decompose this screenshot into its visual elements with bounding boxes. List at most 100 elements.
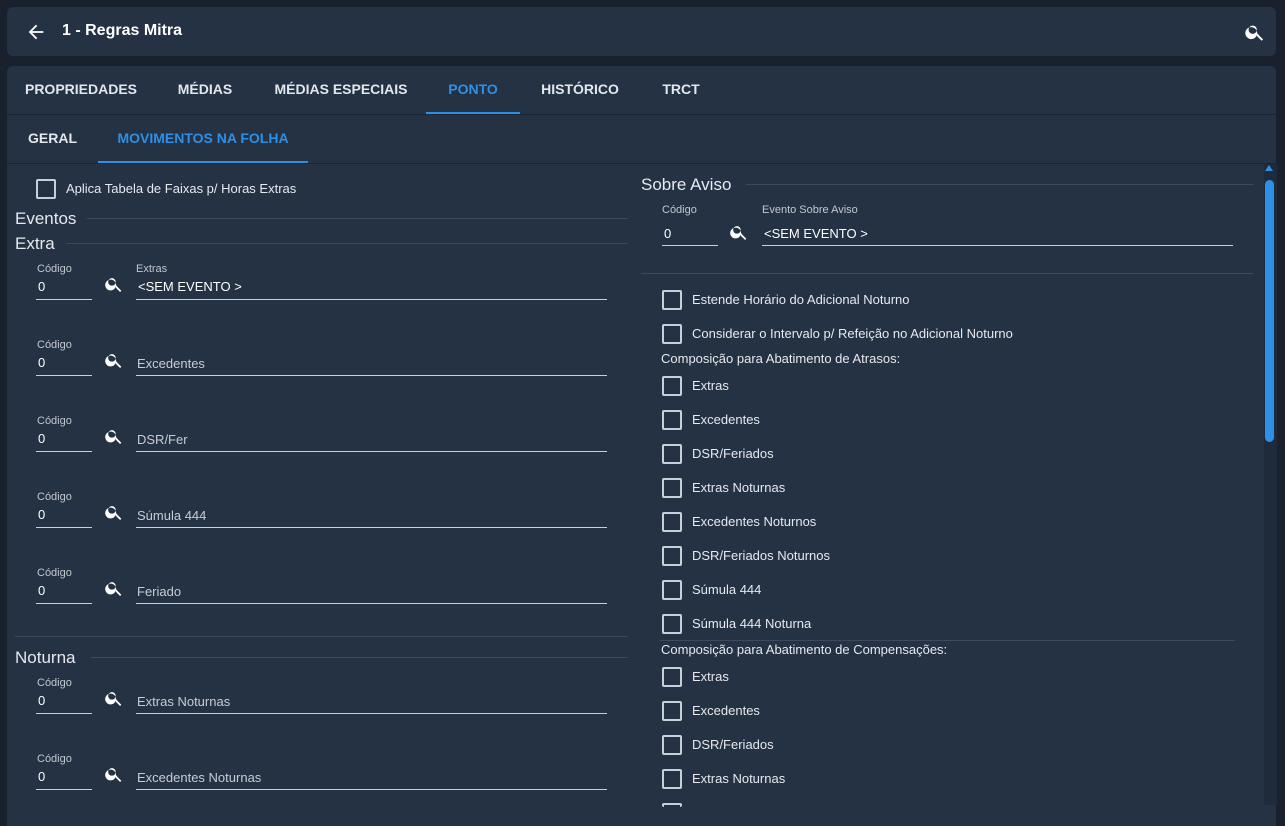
option-checkbox[interactable] bbox=[662, 324, 682, 344]
option-checkbox[interactable] bbox=[662, 667, 682, 687]
tab-trct[interactable]: TRCT bbox=[640, 66, 722, 114]
tab-movimentos-na-folha[interactable]: MOVIMENTOS NA FOLHA bbox=[98, 115, 308, 163]
sobre-aviso-event-underline bbox=[762, 245, 1233, 246]
sobre-aviso-event-label: Evento Sobre Aviso bbox=[762, 204, 858, 216]
code-field[interactable]: 0 bbox=[38, 431, 45, 446]
extra-divider bbox=[66, 243, 628, 244]
event-placeholder[interactable]: Excedentes Noturnas bbox=[137, 770, 261, 785]
sobre-aviso-code-field[interactable]: 0 bbox=[664, 226, 671, 241]
event-placeholder[interactable]: Súmula 444 bbox=[137, 508, 206, 523]
search-icon[interactable] bbox=[104, 578, 124, 598]
option-checkbox[interactable] bbox=[662, 803, 682, 807]
code-field[interactable]: 0 bbox=[38, 507, 45, 522]
extra-title: Extra bbox=[15, 234, 55, 253]
code-field[interactable]: 0 bbox=[38, 769, 45, 784]
active-tab-indicator bbox=[426, 112, 520, 114]
option-label: Extras bbox=[692, 378, 729, 393]
search-icon[interactable] bbox=[1244, 21, 1266, 43]
event-underline bbox=[136, 603, 607, 604]
option-label: Súmula 444 bbox=[692, 582, 762, 597]
search-icon[interactable] bbox=[104, 764, 124, 784]
search-icon[interactable] bbox=[104, 502, 124, 522]
aplica-tabela-checkbox[interactable] bbox=[36, 179, 56, 199]
option-label: Estende Horário do Adicional Noturno bbox=[692, 292, 910, 307]
option-checkbox[interactable] bbox=[662, 769, 682, 789]
code-field[interactable]: 0 bbox=[38, 279, 45, 294]
search-icon[interactable] bbox=[104, 350, 124, 370]
option-label: DSR/Feriados bbox=[692, 737, 774, 752]
sobre-aviso-separator bbox=[641, 273, 1253, 274]
primary-tabs: PROPRIEDADES MÉDIAS MÉDIAS ESPECIAIS PON… bbox=[7, 66, 1276, 115]
option-checkbox[interactable] bbox=[662, 512, 682, 532]
eventos-title: Eventos bbox=[15, 209, 77, 228]
option-checkbox[interactable] bbox=[662, 444, 682, 464]
event-placeholder[interactable]: Extras Noturnas bbox=[137, 694, 230, 709]
code-underline bbox=[36, 375, 92, 376]
sobre-aviso-title: Sobre Aviso bbox=[641, 175, 732, 194]
event-underline bbox=[136, 299, 607, 300]
event-underline bbox=[136, 451, 607, 452]
active-subtab-indicator bbox=[98, 161, 308, 163]
event-label: Extras bbox=[136, 263, 168, 275]
event-underline bbox=[136, 713, 607, 714]
aplica-tabela-label: Aplica Tabela de Faixas p/ Horas Extras bbox=[66, 181, 297, 196]
option-checkbox[interactable] bbox=[662, 614, 682, 634]
code-underline bbox=[36, 789, 92, 790]
option-label: Considerar o Intervalo p/ Refeição no Ad… bbox=[692, 326, 1013, 341]
option-label: Excedentes bbox=[692, 412, 760, 427]
search-icon[interactable] bbox=[104, 688, 124, 708]
option-label: Súmula 444 Noturna bbox=[692, 616, 812, 631]
atrasos-title: Composição para Abatimento de Atrasos: bbox=[661, 351, 901, 366]
search-icon[interactable] bbox=[729, 222, 749, 242]
event-placeholder[interactable]: Excedentes bbox=[137, 356, 205, 371]
noturna-divider bbox=[91, 657, 628, 658]
back-arrow-icon[interactable] bbox=[25, 21, 47, 43]
event-field[interactable]: <SEM EVENTO > bbox=[138, 279, 242, 294]
sobre-aviso-code-label: Código bbox=[662, 204, 697, 216]
option-checkbox[interactable] bbox=[662, 735, 682, 755]
option-checkbox[interactable] bbox=[662, 376, 682, 396]
tab-ponto[interactable]: PONTO bbox=[426, 66, 520, 114]
event-placeholder[interactable]: DSR/Fer bbox=[137, 432, 188, 447]
option-checkbox[interactable] bbox=[662, 410, 682, 430]
sobre-aviso-event-field[interactable]: <SEM EVENTO > bbox=[764, 226, 868, 241]
code-underline bbox=[36, 299, 92, 300]
option-label: Excedentes bbox=[692, 703, 760, 718]
tab-historico[interactable]: HISTÓRICO bbox=[520, 66, 640, 114]
code-underline bbox=[36, 603, 92, 604]
tab-geral[interactable]: GERAL bbox=[7, 115, 98, 163]
option-label: DSR/Feriados bbox=[692, 446, 774, 461]
option-checkbox[interactable] bbox=[662, 546, 682, 566]
code-field[interactable]: 0 bbox=[38, 583, 45, 598]
option-label: Extras Noturnas bbox=[692, 480, 786, 495]
secondary-tabs: GERAL MOVIMENTOS NA FOLHA bbox=[7, 115, 1276, 164]
option-label: Excedentes Noturnos bbox=[692, 514, 817, 529]
sobre-aviso-code-underline bbox=[662, 245, 718, 246]
code-underline bbox=[36, 527, 92, 528]
page-title: 1 - Regras Mitra bbox=[62, 22, 183, 39]
sobre-aviso-divider bbox=[746, 184, 1253, 185]
code-underline bbox=[36, 713, 92, 714]
tab-medias[interactable]: MÉDIAS bbox=[155, 66, 255, 114]
scroll-up-arrow-icon[interactable] bbox=[1265, 165, 1273, 171]
option-label: Extras Noturnas bbox=[692, 771, 786, 786]
tab-medias-especiais[interactable]: MÉDIAS ESPECIAIS bbox=[255, 66, 427, 114]
option-label: DSR/Feriados Noturnos bbox=[692, 548, 830, 563]
option-checkbox[interactable] bbox=[662, 701, 682, 721]
code-label: Código bbox=[37, 753, 72, 765]
code-field[interactable]: 0 bbox=[38, 693, 45, 708]
code-field[interactable]: 0 bbox=[38, 355, 45, 370]
event-underline bbox=[136, 375, 607, 376]
code-label: Código bbox=[37, 263, 72, 275]
event-placeholder[interactable]: Feriado bbox=[137, 584, 181, 599]
option-checkbox[interactable] bbox=[662, 580, 682, 600]
option-checkbox[interactable] bbox=[662, 478, 682, 498]
scrollbar-thumb[interactable] bbox=[1265, 180, 1274, 442]
compensacoes-title: Composição para Abatimento de Compensaçõ… bbox=[661, 642, 948, 657]
option-checkbox[interactable] bbox=[662, 290, 682, 310]
tab-propriedades[interactable]: PROPRIEDADES bbox=[7, 66, 155, 114]
search-icon[interactable] bbox=[104, 426, 124, 446]
search-icon[interactable] bbox=[104, 274, 124, 294]
code-label: Código bbox=[37, 415, 72, 427]
event-underline bbox=[136, 527, 607, 528]
